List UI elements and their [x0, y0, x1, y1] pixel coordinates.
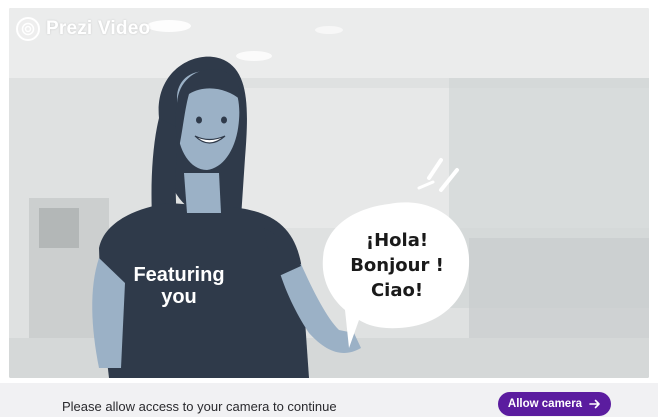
prezi-logo-icon	[16, 17, 40, 41]
brand-logo: Prezi Video	[16, 16, 150, 42]
speech-bubble-text: ¡Hola! Bonjour ! Ciao!	[327, 228, 467, 303]
speech-line-ciao: Ciao!	[370, 280, 424, 301]
allow-camera-label: Allow camera	[507, 398, 583, 410]
shirt-text: Featuring you	[133, 264, 225, 308]
speech-line-bonjour: Bonjour !	[350, 255, 444, 276]
allow-camera-button[interactable]: Allow camera	[498, 392, 611, 416]
camera-permission-message: Please allow access to your camera to co…	[62, 399, 337, 414]
brand-name: Prezi Video	[46, 18, 151, 39]
speech-line-hola: ¡Hola!	[365, 230, 429, 251]
arrow-right-icon	[589, 399, 601, 409]
video-preview: Prezi Video Featuring you ¡Hola! Bonjour…	[9, 8, 649, 378]
illustration-scene	[9, 8, 649, 378]
